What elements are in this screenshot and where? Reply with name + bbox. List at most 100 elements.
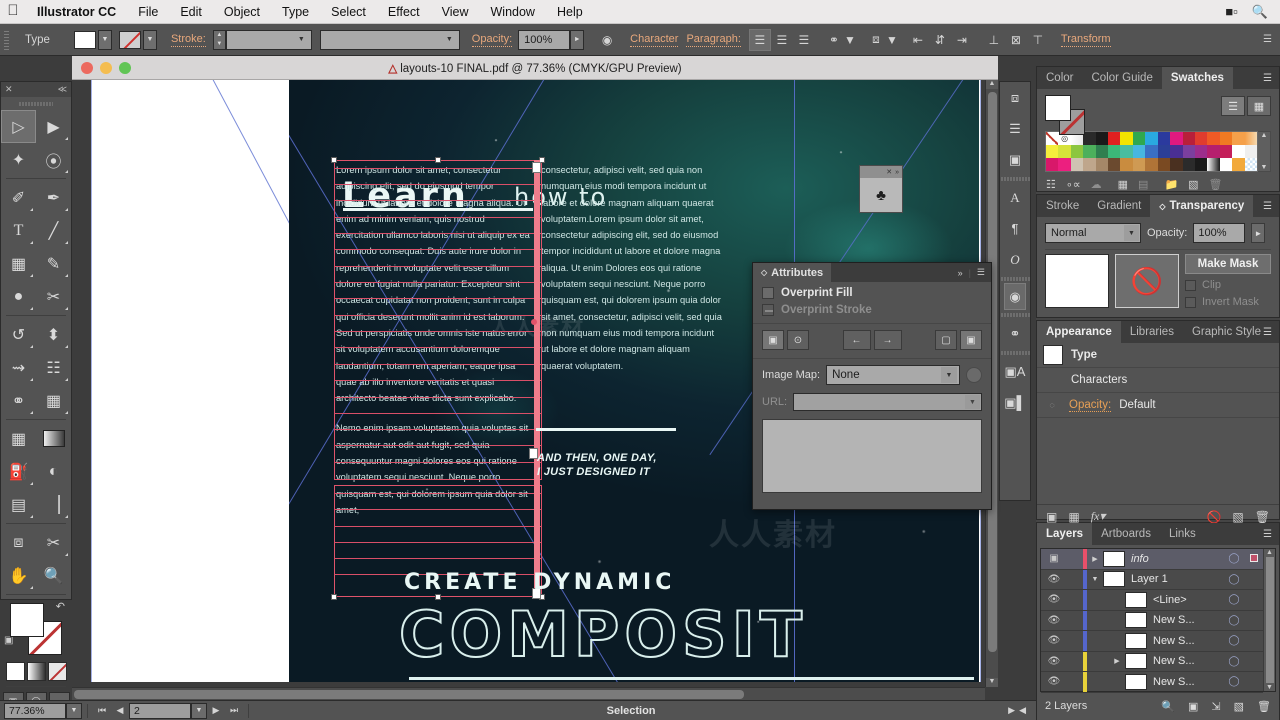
tools-panel-grip[interactable] [19, 99, 53, 108]
type-tool[interactable]: T [1, 214, 36, 247]
swatch-cell[interactable] [1170, 145, 1183, 158]
swatch-cell[interactable] [1070, 158, 1084, 171]
artwork-text-column-left[interactable]: Lorem ipsum dolor sit amet, consectetur … [336, 162, 534, 518]
pen-tool[interactable]: ✐ [1, 181, 36, 214]
show-swatch-kinds-icon[interactable]: ▦ [1118, 178, 1128, 191]
eye-visible-icon[interactable]: 👁 [1041, 676, 1067, 687]
control-bar-overflow-menu-icon[interactable]: ☰ [1263, 34, 1280, 45]
tab-links[interactable]: Links [1160, 523, 1205, 545]
target-indicator[interactable]: ◯ [1223, 553, 1245, 564]
artboards-icon[interactable]: ⧈ [1000, 82, 1030, 113]
battery-icon[interactable]: ■▫ [1225, 4, 1237, 19]
zoom-level-dropdown[interactable]: ▼ [66, 702, 82, 719]
swatch-cell[interactable] [1194, 158, 1208, 171]
zoom-level-field[interactable]: 77.36% [4, 702, 66, 719]
last-page-icon[interactable]: ⏭ [225, 702, 243, 720]
delete-swatch-icon[interactable]: 🗑 [1209, 178, 1223, 191]
swatch-cell[interactable] [1120, 158, 1133, 171]
swatch-cell[interactable] [1170, 158, 1183, 171]
swatch-cell[interactable] [1207, 158, 1220, 171]
tab-color[interactable]: Color [1037, 67, 1082, 89]
status-next-icon[interactable]: ▶ [1008, 705, 1015, 716]
image-trace-icon[interactable]: ◉ [1004, 283, 1026, 310]
swatch-cell[interactable] [1219, 158, 1233, 171]
double-chevron-right-icon[interactable]: » [958, 268, 963, 278]
menu-item-edit[interactable]: Edit [169, 5, 213, 19]
text-frame-handle[interactable] [534, 160, 540, 597]
fill-swatch[interactable] [10, 603, 44, 637]
chevron-down-icon[interactable]: ▼ [965, 395, 980, 409]
text-in-port[interactable] [532, 162, 541, 173]
magic-wand-tool[interactable]: ✦ [1, 143, 36, 176]
apple-logo-icon[interactable]:  [0, 3, 26, 20]
layer-name[interactable]: New S... [1153, 655, 1223, 667]
stroke-color-swatch[interactable] [118, 30, 141, 49]
fill-color-swatch[interactable] [73, 30, 96, 49]
make-mask-button[interactable]: Make Mask [1185, 254, 1271, 274]
selection-anchor-mid[interactable] [531, 319, 537, 325]
page-number-field[interactable]: 2 [129, 702, 191, 719]
pathfinder-icon[interactable]: ▣ [1000, 144, 1030, 175]
show-center-icon[interactable]: ▣ [762, 330, 784, 350]
search-icon[interactable]: 🔍 [1252, 4, 1268, 20]
layer-row[interactable]: 👁 ▼ Layer 1 ◯ [1041, 569, 1263, 590]
perspective-grid-tool[interactable]: ▦ [36, 384, 71, 417]
next-page-icon[interactable]: ▶ [207, 702, 225, 720]
panel-menu-icon[interactable]: ☰ [1263, 321, 1279, 343]
swatch-cell[interactable] [1095, 158, 1109, 171]
align-right-edges-icon[interactable]: ⇥ [951, 29, 973, 51]
menu-item-select[interactable]: Select [320, 5, 377, 19]
grid-view-icon[interactable]: ▦ [1247, 96, 1271, 116]
target-indicator[interactable]: ◯ [1223, 635, 1245, 646]
opacity-slider-arrow[interactable]: ► [1251, 223, 1266, 243]
expand-triangle-icon[interactable]: ▶ [1109, 657, 1125, 665]
swatch-cell[interactable] [1145, 158, 1158, 171]
layer-name[interactable]: <Line> [1153, 594, 1223, 606]
swatch-libraries-icon[interactable]: ☷ [1046, 178, 1056, 191]
transparency-mask-thumbnail[interactable]: 🚫 [1115, 254, 1179, 308]
stroke-dropdown-arrow[interactable]: ▼ [142, 29, 157, 50]
new-swatch-icon[interactable]: ▧ [1188, 178, 1198, 191]
width-tool[interactable]: ⇝ [1, 351, 36, 384]
swatches-grid[interactable]: ◎ [1045, 131, 1258, 172]
swatch-cell[interactable] [1207, 132, 1220, 145]
image-map-select[interactable]: None ▼ [826, 365, 960, 385]
color-group-icon[interactable]: ∘∝ [1066, 178, 1081, 191]
layer-row[interactable]: 👁 New S... ◯ [1041, 631, 1263, 652]
overprint-fill-checkbox[interactable] [762, 287, 774, 299]
tab-attributes[interactable]: ◇ Attributes [753, 263, 832, 282]
browse-url-icon[interactable] [966, 367, 982, 383]
swatch-cell[interactable] [1046, 158, 1059, 171]
swatch-cell[interactable] [1194, 145, 1208, 158]
tab-artboards[interactable]: Artboards [1092, 523, 1160, 545]
swatch-cell[interactable] [1095, 132, 1109, 145]
target-indicator[interactable]: ◯ [1223, 676, 1245, 687]
free-transform-tool[interactable]: ☷ [36, 351, 71, 384]
eye-visible-icon[interactable]: 👁 [1041, 615, 1067, 626]
swatch-cell[interactable] [1083, 132, 1096, 145]
swatch-cell[interactable] [1232, 132, 1245, 145]
align-middle-vertical-icon[interactable]: ⊠ [1005, 29, 1027, 51]
control-bar-grip[interactable] [2, 28, 12, 51]
lasso-tool[interactable]: ⦿ [36, 143, 71, 176]
swatch-cell[interactable] [1120, 132, 1133, 145]
eyedropper-tool[interactable]: ⛽ [1, 455, 36, 488]
swatch-cell[interactable] [1182, 145, 1195, 158]
shape-builder-tool[interactable]: ⚭ [1, 384, 36, 417]
envelope-distort-icon[interactable]: ⚭ [823, 29, 845, 51]
invert-mask-option[interactable]: Invert Mask [1185, 296, 1271, 308]
rail-grip[interactable] [1000, 311, 1030, 318]
layers-scrollbar[interactable]: ▲ ▼ [1263, 549, 1275, 691]
opacity-value-field[interactable]: 100% [518, 29, 571, 50]
expand-triangle-icon[interactable]: ▶ [1087, 555, 1103, 563]
swatch-cell[interactable] [1157, 145, 1171, 158]
clear-appearance-icon[interactable]: 🚫 [1206, 510, 1221, 524]
floating-mini-panel[interactable]: ✕ » ♣ [859, 165, 903, 213]
menu-item-effect[interactable]: Effect [377, 5, 431, 19]
menu-app-name[interactable]: Illustrator CC [26, 5, 127, 19]
appearance-row-opacity[interactable]: ◌ Opacity: Default [1037, 393, 1279, 418]
rotate-tool[interactable]: ↺ [1, 318, 36, 351]
delete-item-icon[interactable]: 🗑 [1255, 510, 1270, 524]
swatch-cell[interactable] [1157, 132, 1171, 145]
reverse-path-direction-on-icon[interactable]: → [873, 330, 902, 350]
